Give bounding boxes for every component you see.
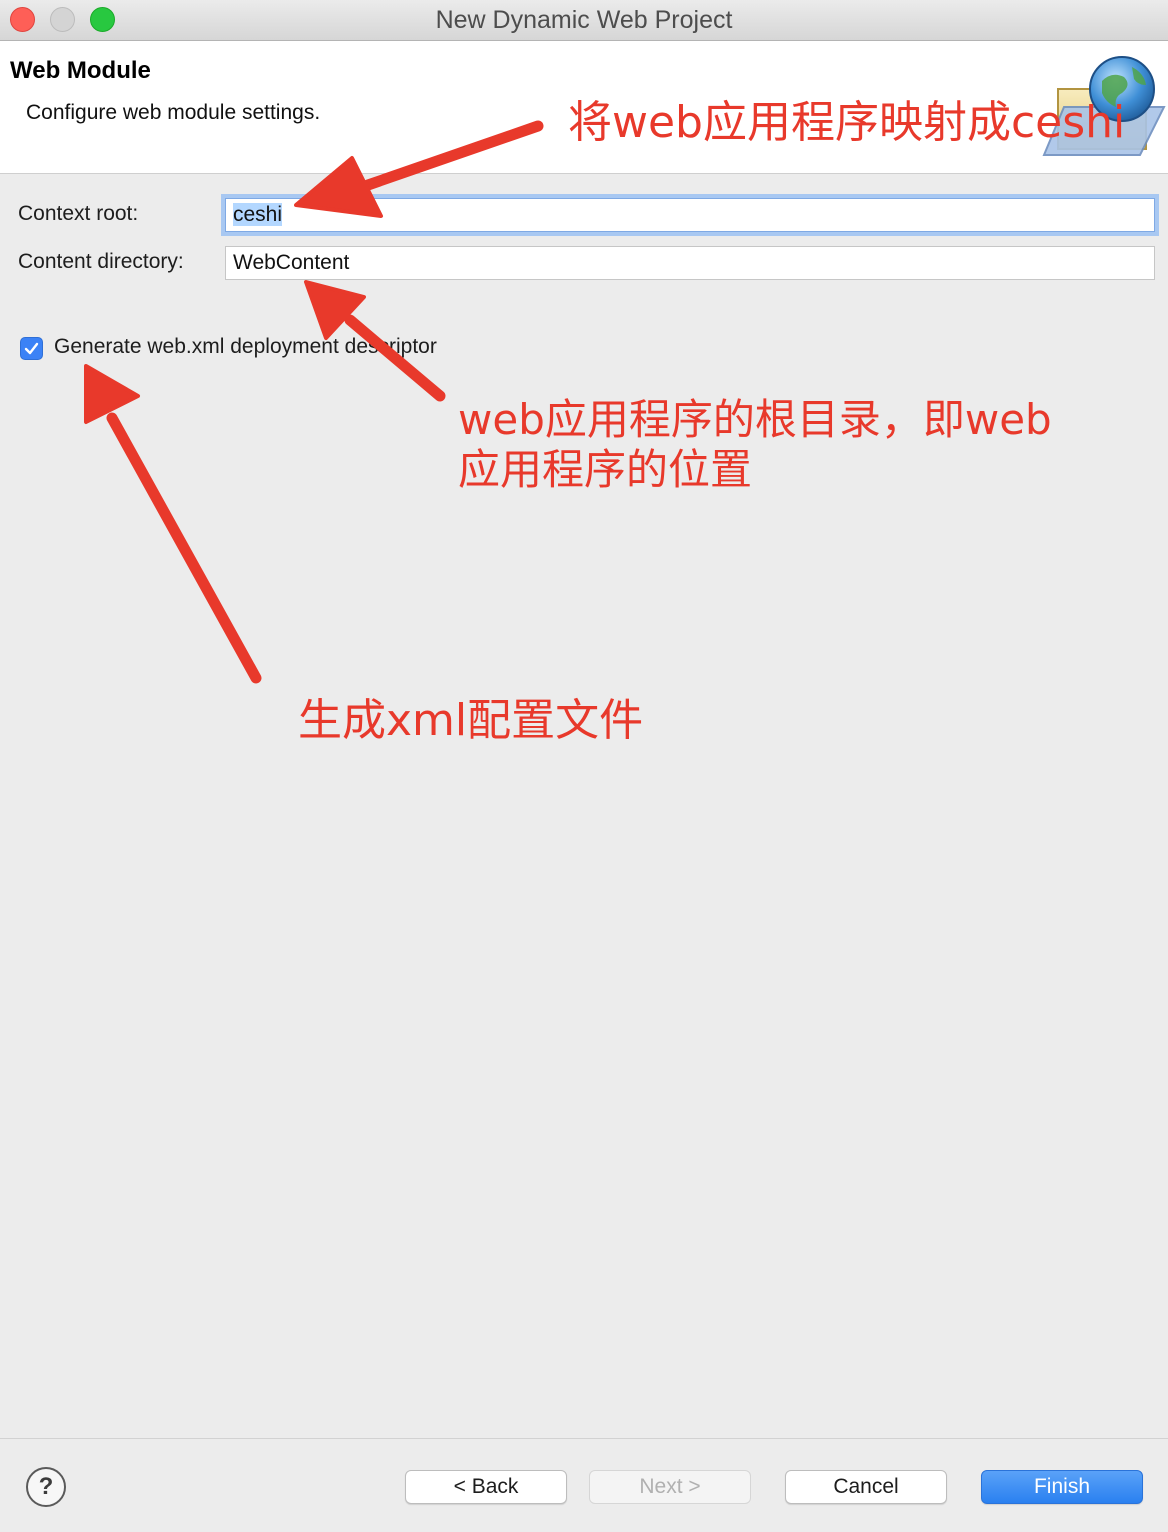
next-button[interactable]: Next >	[589, 1470, 751, 1504]
cancel-button[interactable]: Cancel	[785, 1470, 947, 1504]
help-icon[interactable]: ?	[26, 1467, 66, 1507]
annotation-descriptor: 生成xml配置文件	[298, 695, 644, 746]
arrow-to-descriptor-checkbox	[106, 412, 262, 684]
arrow-to-context-root	[362, 120, 544, 191]
arrowhead-context-root	[294, 156, 383, 218]
annotation-arrows	[84, 120, 544, 684]
back-button[interactable]: < Back	[405, 1470, 567, 1504]
footer-divider	[0, 1438, 1168, 1439]
annotation-content-directory-line2: 应用程序的位置	[458, 445, 753, 494]
annotation-context-root: 将web应用程序映射成ceshi	[568, 97, 1126, 148]
arrow-to-content-directory	[344, 314, 446, 402]
finish-button[interactable]: Finish	[981, 1470, 1143, 1504]
